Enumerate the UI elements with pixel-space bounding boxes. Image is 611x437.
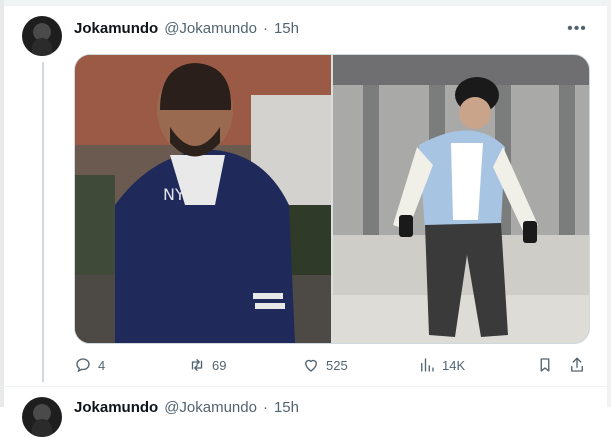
reply-button[interactable]: 4 xyxy=(74,356,105,374)
views-button[interactable]: 14K xyxy=(418,356,465,374)
share-button[interactable] xyxy=(568,356,586,374)
reply-icon xyxy=(76,358,90,373)
thread-connector-line xyxy=(42,62,44,382)
next-tweet-avatar[interactable] xyxy=(22,397,62,437)
views-icon xyxy=(421,358,434,372)
next-tweet-header: Jokamundo @Jokamundo · 15h xyxy=(74,399,299,417)
retweet-button[interactable]: 69 xyxy=(188,356,226,374)
window-left-edge xyxy=(0,0,4,407)
share-icon xyxy=(571,357,583,372)
retweet-count: 69 xyxy=(212,357,227,373)
like-count: 525 xyxy=(326,357,348,373)
next-header-separator: · xyxy=(262,399,268,416)
next-tweet-timestamp[interactable]: 15h xyxy=(274,399,299,417)
next-author-handle[interactable]: @Jokamundo xyxy=(164,399,257,417)
avatar[interactable] xyxy=(22,16,62,56)
author-handle[interactable]: @Jokamundo xyxy=(164,20,257,38)
photo-right-illustration xyxy=(333,55,589,343)
media-photo-right[interactable] xyxy=(333,55,589,343)
author-name[interactable]: Jokamundo xyxy=(74,20,158,38)
window-right-edge xyxy=(607,0,611,407)
heart-icon xyxy=(305,359,317,372)
tweet-divider xyxy=(0,386,611,387)
bookmark-button[interactable] xyxy=(536,356,554,374)
tweet-media[interactable]: NY xyxy=(74,54,590,344)
tweet-timestamp[interactable]: 15h xyxy=(274,20,299,38)
more-options-icon[interactable]: ••• xyxy=(566,18,588,40)
window-top-edge xyxy=(0,0,611,6)
tweet-actions-bar: 4 69 525 14K xyxy=(74,356,588,376)
media-photo-left[interactable]: NY xyxy=(75,55,331,343)
reply-count: 4 xyxy=(98,357,106,373)
next-author-name[interactable]: Jokamundo xyxy=(74,399,158,417)
retweet-icon xyxy=(191,359,203,371)
photo-left-illustration: NY xyxy=(75,55,331,343)
like-button[interactable]: 525 xyxy=(302,356,348,374)
views-count: 14K xyxy=(442,357,466,373)
header-separator: · xyxy=(262,20,268,37)
tweet-header: Jokamundo @Jokamundo · 15h xyxy=(74,20,299,38)
svg-text:NY: NY xyxy=(163,185,185,204)
bookmark-icon xyxy=(540,358,550,372)
